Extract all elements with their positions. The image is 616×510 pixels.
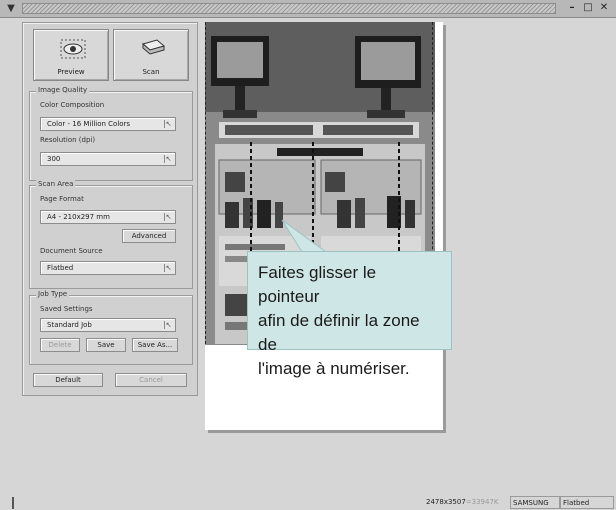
tooltip-line-1: Faites glisser le pointeur — [258, 263, 377, 306]
cancel-button[interactable]: Cancel — [115, 373, 187, 387]
dropdown-icon: ↖ — [164, 155, 172, 163]
saved-settings-select[interactable]: Standard Job ↖ — [40, 318, 176, 332]
minimize-icon[interactable]: – — [565, 2, 579, 15]
instruction-tooltip: Faites glisser le pointeur afin de défin… — [247, 251, 452, 378]
tooltip-line-3: l'image à numériser. — [258, 359, 410, 378]
window-titlebar[interactable]: ▼ – □ ✕ — [0, 0, 616, 18]
titlebar-drag-area[interactable] — [22, 3, 556, 14]
eye-icon — [60, 39, 86, 59]
tooltip-line-2: afin de définir la zone de — [258, 311, 420, 354]
delete-button[interactable]: Delete — [40, 338, 80, 352]
document-source-label: Document Source — [40, 247, 103, 255]
device-label: Flatbed Scanner — [560, 496, 614, 509]
dropdown-icon: ↖ — [164, 213, 172, 221]
image-quality-title: Image Quality — [36, 86, 90, 94]
image-quality-group: Image Quality Color Composition Color - … — [29, 86, 193, 181]
color-composition-label: Color Composition — [40, 101, 105, 109]
document-source-select[interactable]: Flatbed ↖ — [40, 261, 176, 275]
page-format-label: Page Format — [40, 195, 84, 203]
saved-settings-value: Standard Job — [47, 321, 92, 329]
window-menu-icon[interactable]: ▼ — [4, 2, 18, 15]
save-button[interactable]: Save — [86, 338, 126, 352]
dropdown-icon: ↖ — [164, 120, 172, 128]
scan-button[interactable]: Scan — [113, 29, 189, 81]
color-composition-select[interactable]: Color - 16 Million Colors ↖ — [40, 117, 176, 131]
color-composition-value: Color - 16 Million Colors — [47, 120, 131, 128]
job-type-group: Job Type Saved Settings Standard Job ↖ D… — [29, 290, 193, 365]
document-source-value: Flatbed — [47, 264, 74, 272]
save-as-button[interactable]: Save As... — [132, 338, 178, 352]
default-button[interactable]: Default — [33, 373, 103, 387]
status-bar: 2478x3507=33947K SAMSUNG Flatbed Scanner — [0, 496, 616, 510]
resolution-value: 300 — [47, 155, 61, 163]
tooltip-pointer-icon — [281, 219, 328, 253]
preview-button[interactable]: Preview — [33, 29, 109, 81]
scan-label: Scan — [142, 68, 160, 76]
image-file-size: =33947K — [465, 498, 499, 506]
dropdown-icon: ↖ — [164, 264, 172, 272]
preview-label: Preview — [57, 68, 85, 76]
scan-area-title: Scan Area — [36, 180, 76, 188]
vendor-label: SAMSUNG — [510, 496, 560, 509]
saved-settings-label: Saved Settings — [40, 305, 93, 313]
resolution-label: Resolution (dpi) — [40, 136, 96, 144]
settings-panel: Preview Scan Image Quality Color Composi… — [22, 22, 198, 396]
scanner-icon — [141, 39, 166, 55]
dropdown-icon: ↖ — [164, 321, 172, 329]
page-format-select[interactable]: A4 - 210x297 mm ↖ — [40, 210, 176, 224]
resolution-select[interactable]: 300 ↖ — [40, 152, 176, 166]
scan-area-group: Scan Area Page Format A4 - 210x297 mm ↖ … — [29, 180, 193, 289]
page-format-value: A4 - 210x297 mm — [47, 213, 110, 221]
image-dimensions: 2478x3507 — [426, 498, 466, 506]
advanced-button[interactable]: Advanced — [122, 229, 176, 243]
maximize-icon[interactable]: □ — [581, 2, 595, 15]
image-size-readout: 2478x3507=33947K — [424, 496, 510, 509]
job-type-title: Job Type — [36, 290, 70, 298]
close-icon[interactable]: ✕ — [597, 2, 611, 15]
